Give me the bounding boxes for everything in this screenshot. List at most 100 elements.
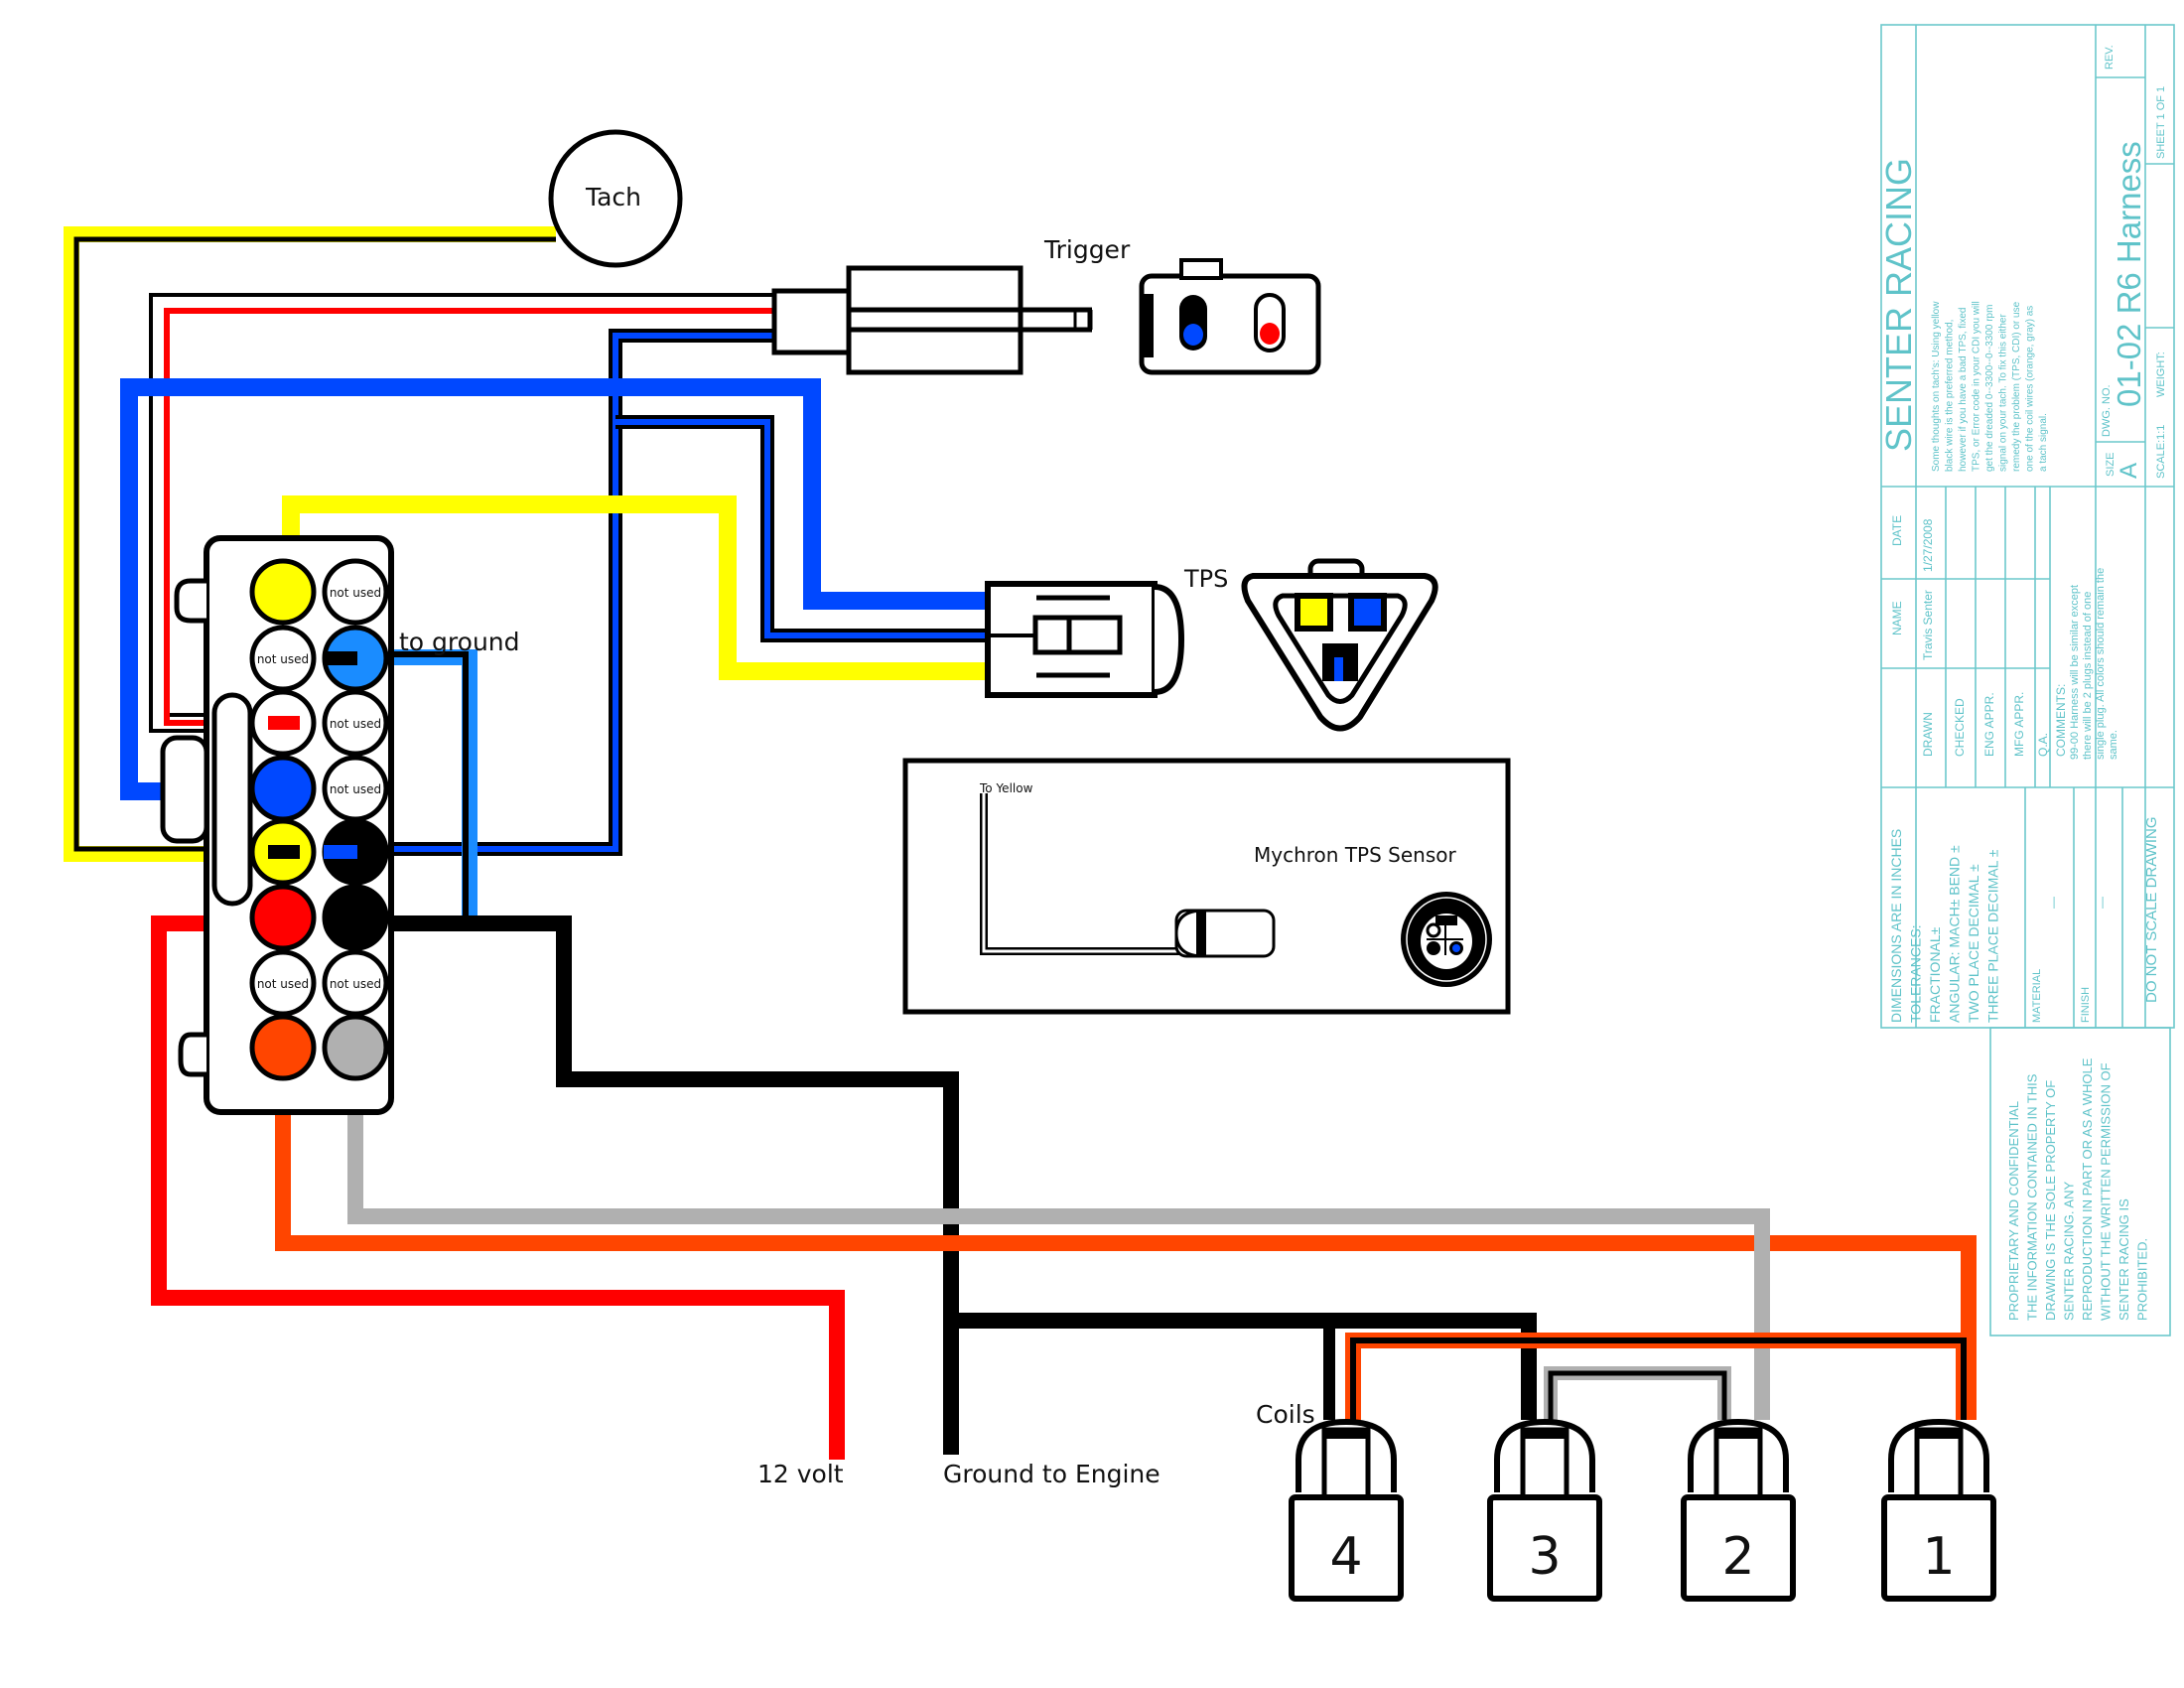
tach-notes: Some thoughts on tach's: Using yellow bla…: [1931, 301, 2049, 472]
connector-pin: [322, 884, 389, 951]
tps-face: [1241, 558, 1438, 732]
connector-pin: [249, 558, 317, 626]
pin-not-used-label: not used: [330, 977, 381, 991]
pin-not-used-label: not used: [330, 717, 381, 731]
tolerances-text: DIMENSIONS ARE IN INCHES TOLERANCES: FRACT…: [1888, 829, 2001, 1023]
pin-stripe: [268, 716, 300, 730]
pin-stripe: [324, 651, 357, 665]
connector-pin: [322, 1014, 389, 1081]
wire-black-ground-engine: [377, 915, 959, 1455]
connector-pin: [249, 755, 317, 822]
company-name: SENTER RACING: [1878, 158, 1919, 452]
proprietary-notice: PROPRIETARY AND CONFIDENTIAL THE INFORMAT…: [2006, 1057, 2150, 1321]
drawn-date: 1/27/2008: [1921, 518, 1935, 572]
title-block-text-line: single plug. All colors should remain th…: [2095, 568, 2107, 760]
tach-label: Tach: [585, 183, 641, 211]
twelve-volt-label: 12 volt: [757, 1460, 844, 1488]
title-block-text-line: PROHIBITED.: [2135, 1238, 2150, 1321]
to-yellow-label: To Yellow: [979, 781, 1033, 795]
scale-label: SCALE:1:1: [2155, 425, 2167, 479]
finish-label: FINISH: [2080, 987, 2092, 1023]
tps-pin-blue-black: [1334, 657, 1343, 681]
wire-gray-black-coil3-coil2: [1544, 1366, 1731, 1420]
trigger-label: Trigger: [1043, 235, 1131, 264]
title-block-text-line: get the dreaded 0--3300--0--3300 rpm: [1984, 305, 1995, 472]
material-value: —: [2046, 897, 2060, 909]
title-block-text-line: SENTER RACING IS: [2116, 1198, 2131, 1321]
coil-number: 2: [1721, 1527, 1754, 1587]
coils-label: Coils: [1256, 1400, 1315, 1429]
coil-1: 1: [1881, 1418, 1996, 1602]
trigger-pin-red: [1260, 323, 1280, 345]
rev-label: REV.: [2104, 45, 2116, 70]
coil-number: 3: [1528, 1527, 1561, 1587]
material-label: MATERIAL: [2031, 969, 2043, 1023]
dwg-no-value: 01-02 R6 Harness: [2111, 141, 2147, 407]
to-ground-label: to ground: [399, 628, 520, 656]
pin-not-used-label: not used: [257, 652, 309, 666]
title-block-text-line: ANGULAR: MACH± BEND ±: [1947, 845, 1963, 1023]
title-block-text-line: THE INFORMATION CONTAINED IN THIS: [2025, 1073, 2040, 1321]
tps-label: TPS: [1183, 565, 1228, 593]
title-block-text-line: WITHOUT THE WRITTEN PERMISSION OF: [2099, 1062, 2114, 1321]
wiring-diagram: Tach Trigger TPS Mychron TPS Sensor To Y…: [64, 24, 2175, 1602]
comments-text: 99-00 Harness will be similar except ther…: [2069, 568, 2119, 760]
title-block-text-line: TWO PLACE DECIMAL ±: [1966, 864, 1981, 1023]
coil-number: 4: [1329, 1527, 1362, 1587]
qa-label: Q.A.: [2036, 733, 2050, 757]
connector-pin: [249, 884, 317, 951]
tps-connector: TPS: [985, 565, 1228, 698]
drawn-name: Travis Senter: [1921, 590, 1935, 660]
title-block-text-line: TOLERANCES:: [1908, 924, 1924, 1023]
connector-pin: [249, 818, 317, 886]
title-block-text-line: Some thoughts on tach's: Using yellow: [1931, 301, 1942, 472]
ground-to-engine-label: Ground to Engine: [943, 1460, 1160, 1488]
title-block-text-line: PROPRIETARY AND CONFIDENTIAL: [2006, 1101, 2021, 1321]
connector-pin: not used: [322, 689, 389, 757]
size-value: A: [2116, 463, 2142, 479]
mychron-round-connector: [1401, 892, 1492, 987]
coil-3: 3: [1487, 1418, 1602, 1602]
title-block-text-line: same.: [2108, 730, 2119, 760]
title-block-text-line: FRACTIONAL±: [1927, 926, 1943, 1023]
tps-pin-yellow: [1295, 593, 1333, 632]
connector-pin: [249, 1014, 317, 1081]
connector-pin: not used: [322, 949, 389, 1017]
wire-yellow-tps: [282, 495, 988, 680]
mfg-appr-label: MFG APPR.: [2012, 692, 2026, 757]
checked-label: CHECKED: [1953, 698, 1967, 757]
connector-pin: [322, 818, 389, 886]
date-header: DATE: [1890, 515, 1904, 546]
title-block-text-line: black wire is the preferred method,: [1945, 320, 1956, 472]
pin-stripe: [268, 845, 300, 859]
trigger-pin-blue: [1183, 324, 1203, 346]
coil-4: 4: [1289, 1418, 1404, 1602]
title-block-text-line: DRAWING IS THE SOLE PROPERTY OF: [2043, 1080, 2058, 1321]
title-block: SENTER RACING Some thoughts on tach's: U…: [1878, 24, 2175, 1336]
title-block-text-line: however if you have a bad TPS, fixed: [1958, 308, 1969, 472]
title-block-text-line: there will be 2 plugs instead of one: [2082, 592, 2094, 760]
connector-pin: [322, 625, 389, 692]
tach-gauge: Tach: [548, 129, 683, 268]
do-not-scale: DO NOT SCALE DRAWING: [2143, 816, 2160, 1003]
name-header: NAME: [1890, 601, 1904, 635]
pin-not-used-label: not used: [330, 586, 381, 600]
title-block-text-line: remedy the problem (TPS, CDI) or use: [2011, 301, 2022, 472]
connector-pin: not used: [249, 625, 317, 692]
title-block-text-line: REPRODUCTION IN PART OR AS A WHOLE: [2080, 1057, 2095, 1321]
comments-label: COMMENTS:: [2054, 684, 2068, 757]
coil-2: 2: [1681, 1418, 1796, 1602]
title-block-text-line: THREE PLACE DECIMAL ±: [1985, 849, 2001, 1023]
finish-value: —: [2095, 897, 2109, 909]
title-block-text-line: SENTER RACING. ANY: [2062, 1182, 2077, 1321]
connector-pin: not used: [322, 755, 389, 822]
tps-pin-blue: [1348, 593, 1387, 632]
weight-label: WEIGHT:: [2155, 352, 2167, 397]
sheet-label: SHEET 1 OF 1: [2155, 86, 2167, 159]
connector-pin: not used: [249, 949, 317, 1017]
title-block-text-line: signal on your tach. To fix this either: [1998, 314, 2009, 472]
pin-not-used-label: not used: [330, 782, 381, 796]
mychron-label: Mychron TPS Sensor: [1254, 843, 1456, 867]
trigger-face: [1139, 258, 1321, 375]
pin-not-used-label: not used: [257, 977, 309, 991]
